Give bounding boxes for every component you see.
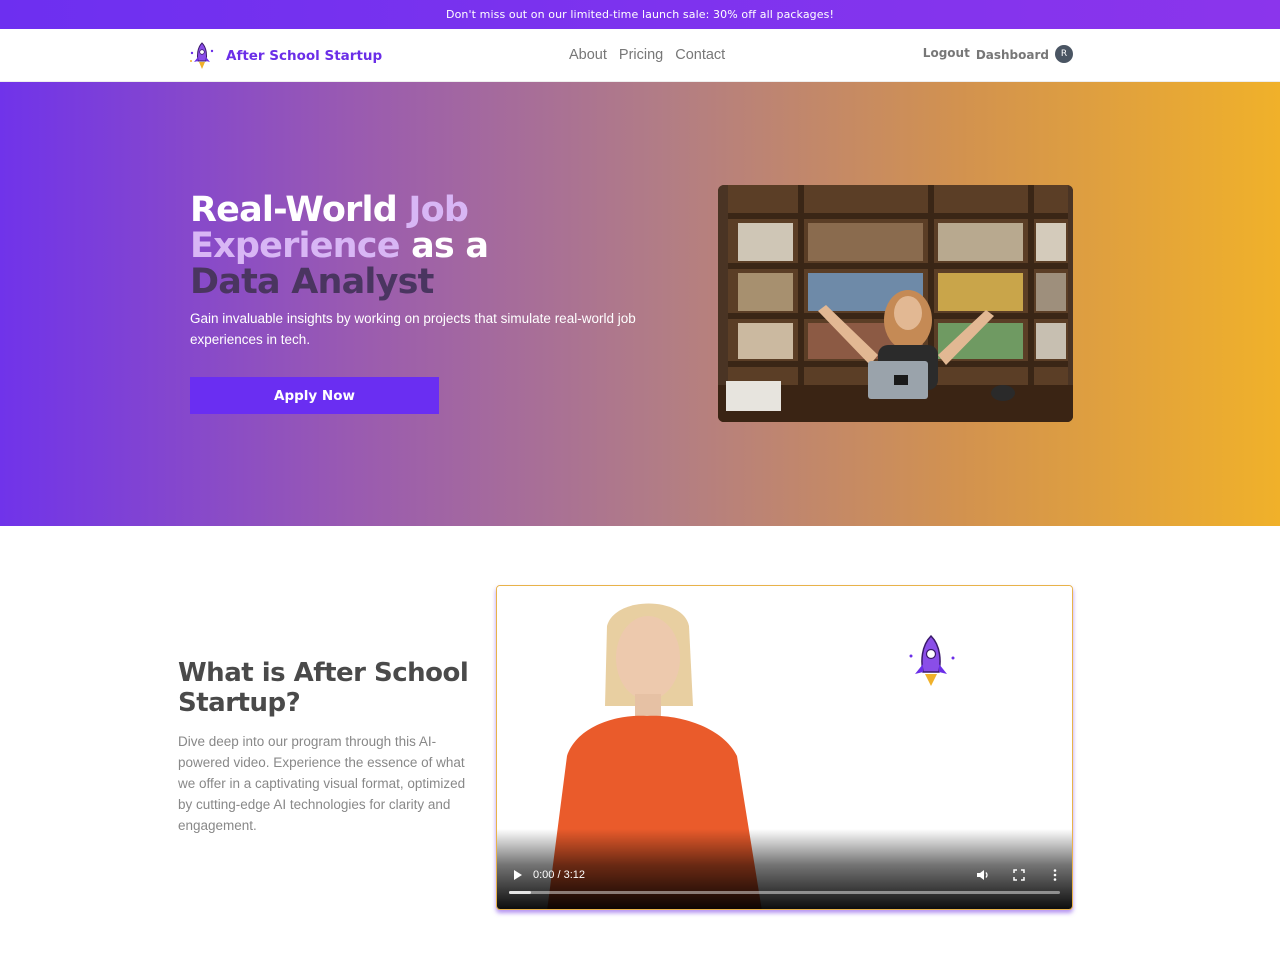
video-progress-bar[interactable] xyxy=(509,891,1060,894)
avatar[interactable]: R xyxy=(1055,45,1073,63)
nav-link-pricing[interactable]: Pricing xyxy=(619,47,663,63)
announcement-bar: Don't miss out on our limited-time launc… xyxy=(0,0,1280,29)
about-text: Dive deep into our program through this … xyxy=(178,734,466,833)
video-controls: 0:00 / 3:12 xyxy=(497,829,1072,909)
navbar: After School Startup About Pricing Conta… xyxy=(0,29,1280,82)
video-progress-fill xyxy=(509,891,532,894)
volume-icon[interactable] xyxy=(975,867,991,883)
play-icon[interactable] xyxy=(509,867,525,883)
nav-link-contact[interactable]: Contact xyxy=(675,47,725,63)
announcement-text: Don't miss out on our limited-time launc… xyxy=(446,8,834,21)
photo-illustration xyxy=(718,185,1073,422)
hero-section: Real-World Job Experience as a Data Anal… xyxy=(0,82,1280,526)
about-title: What is After School Startup? xyxy=(178,658,469,718)
hero-title-part-4: Data Analyst xyxy=(190,262,434,302)
rocket-icon xyxy=(190,42,214,69)
nav-link-about[interactable]: About xyxy=(569,47,607,63)
more-options-icon[interactable] xyxy=(1047,867,1063,883)
student-at-bookshelf-photo xyxy=(718,185,1073,422)
hero-title: Real-World Job Experience as a Data Anal… xyxy=(190,192,520,300)
fullscreen-icon[interactable] xyxy=(1011,867,1027,883)
hero-subtitle: Gain invaluable insights by working on p… xyxy=(190,311,636,347)
apply-now-button[interactable]: Apply Now xyxy=(190,377,439,414)
hero-title-part-3: as a xyxy=(411,226,489,266)
brand-link[interactable]: After School Startup xyxy=(188,41,382,71)
hero-title-part-1: Real-World xyxy=(190,190,398,230)
dashboard-button[interactable]: Dashboard xyxy=(976,48,1049,62)
video-time: 0:00 / 3:12 xyxy=(533,869,585,881)
brand-name: After School Startup xyxy=(226,48,383,64)
nav-account: Logout Dashboard R xyxy=(923,45,1073,63)
logout-button[interactable]: Logout xyxy=(923,46,970,60)
nav-links: About Pricing Contact xyxy=(569,47,725,63)
video-player[interactable]: 0:00 / 3:12 xyxy=(496,585,1073,910)
